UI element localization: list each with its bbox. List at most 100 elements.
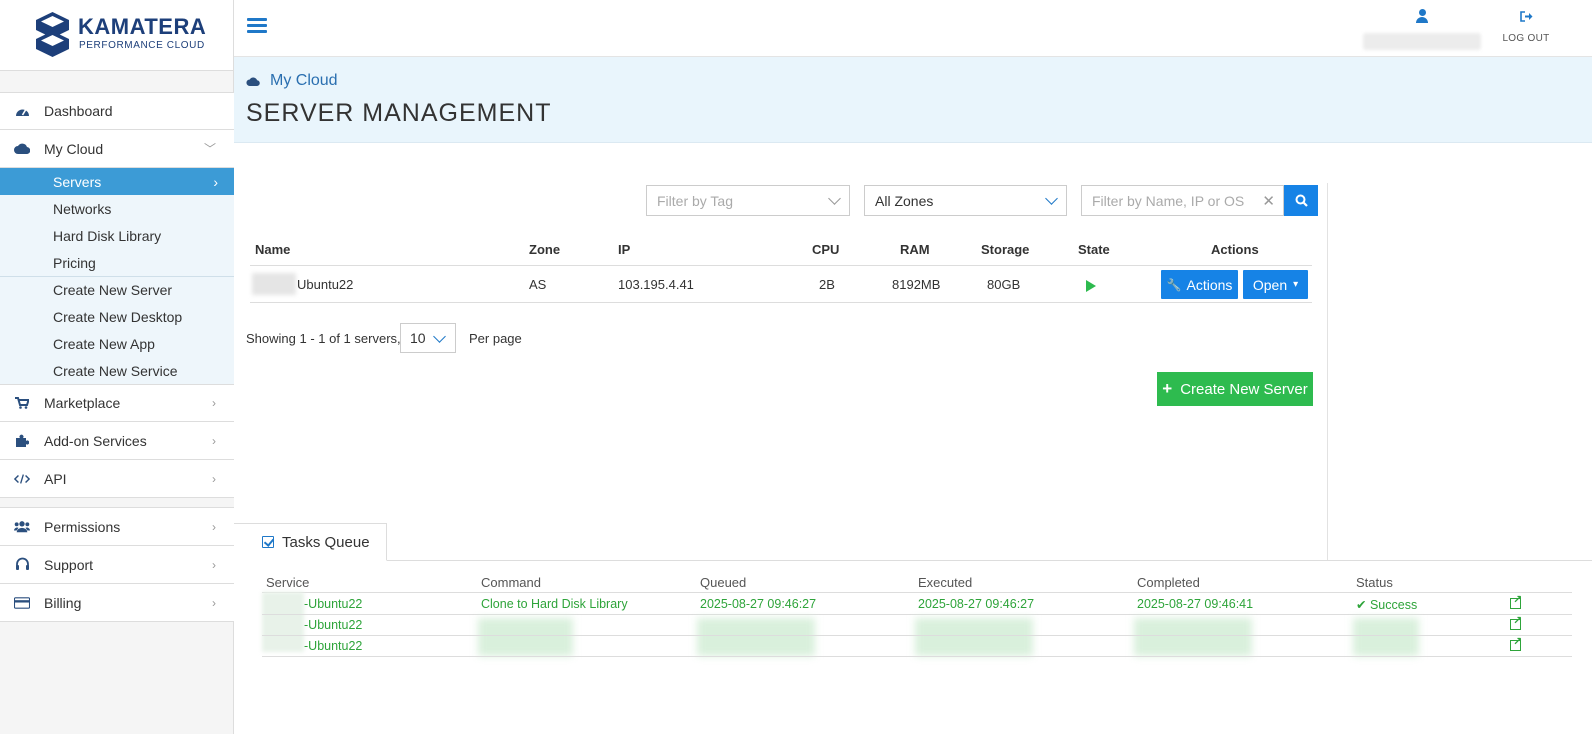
sidebar-item-label: Dashboard	[44, 103, 113, 119]
sidebar-item-label: Permissions	[44, 518, 121, 535]
cloud-icon	[14, 141, 30, 157]
sidebar-item-my-cloud[interactable]: My Cloud ﹀	[0, 130, 234, 168]
chevron-down-icon	[433, 330, 446, 343]
server-name-redacted	[252, 273, 296, 295]
per-page-value: 10	[410, 330, 426, 346]
sidebar-subitem-networks[interactable]: Networks	[0, 195, 234, 222]
chevron-down-icon: ▾	[1293, 279, 1299, 290]
chevron-right-icon: ›	[212, 595, 216, 610]
checkbox-icon	[262, 536, 274, 548]
server-storage: 80GB	[987, 277, 1021, 292]
column-header-ram: RAM	[900, 242, 930, 257]
sidebar-subitem-label: Create New App	[53, 335, 155, 352]
chevron-right-icon: ›	[213, 173, 218, 190]
task-completed: 2025-08-27 09:46:41	[1137, 597, 1254, 611]
cart-icon	[14, 395, 30, 411]
tag-filter-select[interactable]: Filter by Tag	[646, 185, 850, 216]
brand-logo[interactable]: KAMATERA PERFORMANCE CLOUD	[0, 0, 233, 71]
server-cpu: 2B	[819, 277, 835, 292]
tasks-queue-divider	[234, 560, 1592, 561]
credit-card-icon	[14, 595, 30, 611]
column-header-command: Command	[481, 575, 541, 590]
sidebar-item-permissions[interactable]: Permissions ›	[0, 508, 234, 546]
table-divider	[262, 592, 1572, 593]
task-service: -Ubuntu22	[304, 618, 363, 632]
column-header-status: Status	[1356, 575, 1393, 590]
sidebar-item-label: Add-on Services	[44, 432, 147, 449]
server-zone: AS	[529, 277, 547, 292]
sidebar-item-add-on-services[interactable]: Add-on Services ›	[0, 422, 234, 460]
actions-button[interactable]: 🔧 Actions	[1161, 270, 1238, 299]
sidebar-item-marketplace[interactable]: Marketplace ›	[0, 384, 234, 422]
chevron-right-icon: ›	[212, 396, 216, 410]
code-icon	[14, 471, 30, 487]
table-divider	[262, 635, 1572, 636]
menu-toggle-icon[interactable]	[247, 18, 267, 34]
clear-icon[interactable]: ✕	[1262, 192, 1275, 210]
sidebar-item-dashboard[interactable]: Dashboard	[0, 92, 234, 130]
column-header-ip: IP	[618, 242, 631, 257]
user-menu[interactable]	[1362, 9, 1482, 50]
sidebar-subitem-create-new-desktop[interactable]: Create New Desktop	[0, 303, 234, 330]
actions-button-label: Actions	[1186, 276, 1233, 293]
sidebar-nav: Dashboard My Cloud ﹀ Servers › Networks …	[0, 92, 234, 622]
chevron-right-icon: ›	[212, 557, 216, 572]
sidebar-divider	[0, 498, 234, 508]
column-header-zone: Zone	[529, 242, 561, 257]
redacted-cell	[478, 618, 573, 656]
external-link-icon[interactable]	[1510, 635, 1522, 651]
task-queued: 2025-08-27 09:46:27	[700, 597, 817, 611]
task-status-label: Success	[1369, 598, 1418, 612]
zone-filter-value: All Zones	[875, 192, 934, 209]
server-name[interactable]: Ubuntu22	[297, 277, 353, 292]
table-divider	[250, 302, 1312, 303]
sidebar-subitem-create-new-service[interactable]: Create New Service	[0, 357, 234, 384]
redacted-cell	[697, 618, 815, 656]
external-link-icon[interactable]	[1510, 614, 1522, 630]
server-ip: 103.195.4.41	[618, 277, 694, 292]
task-executed: 2025-08-27 09:46:27	[918, 597, 1035, 611]
sidebar-subitem-servers[interactable]: Servers ›	[0, 168, 234, 195]
headset-icon	[14, 557, 30, 573]
column-header-completed: Completed	[1137, 575, 1200, 590]
sidebar-subitem-create-new-app[interactable]: Create New App	[0, 330, 234, 357]
search-placeholder: Filter by Name, IP or OS	[1092, 192, 1245, 209]
breadcrumb[interactable]: My Cloud	[246, 72, 338, 90]
sidebar-subitem-create-new-server[interactable]: Create New Server	[0, 276, 234, 303]
search-button[interactable]	[1284, 185, 1318, 216]
table-divider	[262, 614, 1572, 615]
sidebar-subitem-hard-disk-library[interactable]: Hard Disk Library	[0, 222, 234, 249]
redacted-cell	[915, 618, 1033, 656]
search-input[interactable]: Filter by Name, IP or OS ✕	[1081, 185, 1284, 216]
sidebar-subitem-pricing[interactable]: Pricing	[0, 249, 234, 276]
sidebar-item-api[interactable]: API ›	[0, 460, 234, 498]
chevron-right-icon: ›	[212, 519, 216, 534]
chevron-down-icon	[1045, 192, 1058, 205]
per-page-select[interactable]: 10	[400, 323, 456, 353]
column-header-queued: Queued	[700, 575, 747, 590]
create-new-server-button[interactable]: + Create New Server	[1157, 372, 1313, 406]
redacted-cell	[1353, 618, 1419, 656]
task-status: ✔ Success	[1356, 597, 1417, 612]
sidebar-item-label: Marketplace	[44, 395, 121, 411]
kamatera-logo-icon	[36, 12, 69, 57]
sidebar-item-billing[interactable]: Billing ›	[0, 584, 234, 622]
sidebar-item-label: Support	[44, 556, 94, 573]
sidebar-subitem-label: Networks	[53, 200, 112, 217]
service-name-redacted	[262, 592, 304, 652]
sidebar-subitem-label: Hard Disk Library	[53, 227, 162, 244]
top-header: LOG OUT	[234, 0, 1592, 57]
sign-out-icon	[1491, 11, 1561, 25]
column-header-state: State	[1078, 242, 1110, 257]
tab-tasks-queue[interactable]: Tasks Queue	[234, 523, 387, 561]
column-header-actions: Actions	[1211, 242, 1259, 257]
external-link-icon[interactable]	[1510, 593, 1522, 609]
logout-button[interactable]: LOG OUT	[1491, 11, 1561, 44]
plus-icon: +	[1162, 379, 1173, 398]
sidebar-item-support[interactable]: Support ›	[0, 546, 234, 584]
open-button[interactable]: Open ▾	[1243, 270, 1308, 299]
running-state-icon	[1086, 280, 1096, 292]
tasks-queue-label: Tasks Queue	[282, 533, 370, 551]
sidebar-item-label: Billing	[44, 594, 82, 611]
zone-filter-select[interactable]: All Zones	[864, 185, 1067, 216]
